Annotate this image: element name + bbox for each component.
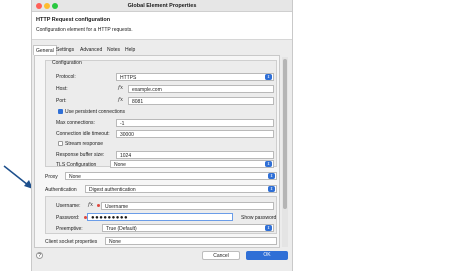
title-bar: Global Element Properties [32, 0, 292, 12]
protocol-label: Protocol: [56, 74, 76, 80]
help-icon[interactable]: ? [36, 252, 43, 259]
tls-configuration-label: TLS Configuration [56, 162, 97, 168]
proxy-select[interactable]: None ⇕ [65, 172, 277, 180]
ok-button[interactable]: OK [246, 251, 288, 260]
port-value: 8081 [132, 99, 144, 105]
chevron-updown-icon: ⇕ [268, 186, 275, 192]
idle-timeout-input[interactable]: 30000 [116, 130, 274, 138]
chevron-updown-icon: ⇕ [265, 74, 272, 80]
stream-response-checkbox[interactable] [58, 141, 63, 146]
protocol-select[interactable]: HTTPS ⇕ [116, 73, 274, 81]
client-socket-label: Client socket properties [45, 239, 98, 245]
configuration-group-title: Configuration [52, 60, 82, 66]
chevron-updown-icon: ⇕ [268, 173, 275, 179]
tls-configuration-value: None [114, 162, 126, 168]
host-input[interactable]: example.com [128, 85, 274, 93]
persistent-connections-checkbox[interactable] [58, 109, 63, 114]
scrollbar-thumb[interactable] [283, 59, 287, 209]
expression-fx-icon[interactable]: fx [118, 97, 123, 103]
idle-timeout-value: 30000 [120, 132, 134, 138]
proxy-value: None [69, 174, 81, 180]
preemptive-select[interactable]: True (Default) ⇕ [102, 224, 274, 232]
preemptive-label: Preemptive: [56, 226, 83, 232]
idle-timeout-label: Connection idle timeout: [56, 131, 110, 137]
chevron-updown-icon: ⇕ [265, 225, 272, 231]
authentication-group: Username: fx Username Password: ●●●●●●●●… [45, 196, 277, 234]
password-input[interactable]: ●●●●●●●●● [87, 213, 233, 221]
buffer-size-label: Response buffer size: [56, 152, 105, 158]
persistent-connections-label: Use persistent connections [65, 109, 126, 115]
tab-settings[interactable]: Settings [54, 45, 76, 55]
preemptive-value: True (Default) [106, 226, 137, 232]
global-element-properties-dialog: Global Element Properties HTTP Request c… [31, 0, 293, 271]
port-input[interactable]: 8081 [128, 97, 274, 105]
buffer-size-value: 1024 [120, 153, 132, 159]
buffer-size-input[interactable]: 1024 [116, 151, 274, 159]
chevron-updown-icon: ⇕ [265, 161, 272, 167]
host-label: Host: [56, 86, 68, 92]
tls-configuration-select[interactable]: None ⇕ [110, 160, 274, 168]
password-value: ●●●●●●●●● [91, 215, 129, 221]
tab-advanced[interactable]: Advanced [78, 45, 104, 55]
authentication-label: Authentication [45, 187, 77, 193]
host-value: example.com [132, 87, 162, 93]
protocol-value: HTTPS [120, 75, 137, 81]
header-description: Configuration element for a HTTP request… [36, 27, 133, 33]
authentication-value: Digest authentication [89, 187, 136, 193]
vertical-scrollbar[interactable] [282, 57, 288, 247]
error-marker-icon [97, 204, 100, 207]
dialog-header: HTTP Request configuration Configuration… [32, 12, 292, 40]
header-title: HTTP Request configuration [36, 17, 111, 23]
password-label: Password: [56, 215, 80, 221]
client-socket-value: None [109, 239, 121, 245]
max-connections-input[interactable]: -1 [116, 119, 274, 127]
expression-fx-icon[interactable]: fx [88, 202, 93, 208]
stream-response-label: Stream response [65, 141, 104, 147]
username-value: Username [105, 204, 129, 210]
username-input[interactable]: Username [101, 202, 274, 210]
tab-help[interactable]: Help [123, 45, 137, 55]
username-label: Username: [56, 203, 81, 209]
expression-fx-icon[interactable]: fx [118, 85, 123, 91]
configuration-group: Configuration Protocol: HTTPS ⇕ Host: fx… [45, 60, 277, 168]
window-title: Global Element Properties [127, 3, 197, 9]
authentication-select[interactable]: Digest authentication ⇕ [85, 185, 277, 193]
general-tab-content: Configuration Protocol: HTTPS ⇕ Host: fx… [34, 55, 280, 248]
tab-notes[interactable]: Notes [105, 45, 122, 55]
proxy-label: Proxy [45, 174, 58, 180]
port-label: Port: [56, 98, 67, 104]
show-password-link[interactable]: Show password [241, 215, 276, 221]
max-connections-label: Max connections: [56, 120, 95, 126]
client-socket-select[interactable]: None [105, 237, 277, 245]
max-connections-value: -1 [120, 121, 125, 127]
cancel-button[interactable]: Cancel [202, 251, 240, 260]
tab-bar: General Settings Advanced Notes Help [32, 45, 292, 55]
